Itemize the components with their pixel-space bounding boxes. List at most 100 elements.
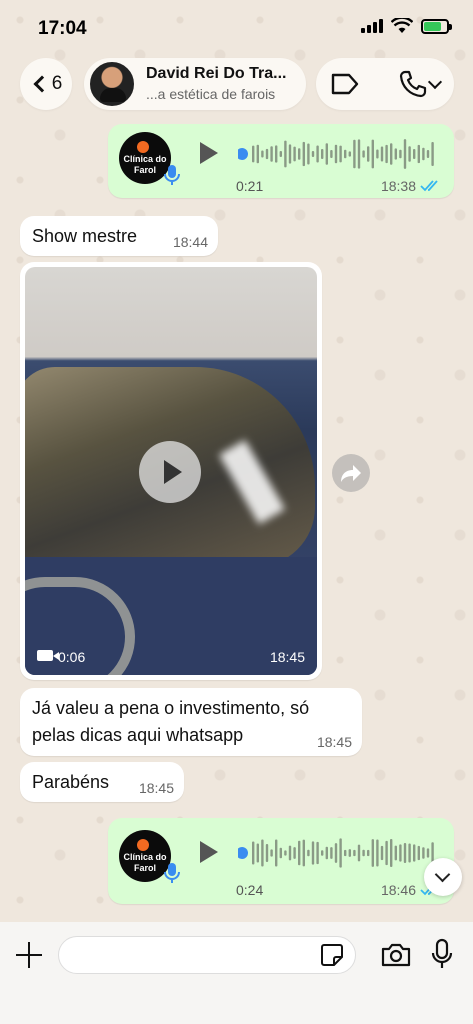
- waveform-bar: [390, 143, 393, 165]
- message-time: 18:45: [269, 649, 305, 665]
- message-time: 18:44: [172, 234, 208, 250]
- mic-icon: [164, 863, 180, 883]
- voice-duration: 0:21: [236, 178, 264, 194]
- waveform-bar: [362, 150, 365, 158]
- chat-header: 6 David Rei Do Tra... ...a estética de f…: [0, 58, 473, 114]
- waveform-bar: [399, 844, 402, 862]
- waveform-bar: [367, 849, 370, 857]
- waveform-bar: [293, 146, 296, 162]
- waveform-bar: [353, 139, 356, 169]
- voice-progress-handle[interactable]: [238, 847, 248, 859]
- phone-icon[interactable]: [398, 69, 428, 99]
- status-time: 17:04: [38, 18, 87, 39]
- waveform-bar: [288, 144, 292, 164]
- chevron-down-icon[interactable]: [427, 74, 443, 90]
- waveform-bar: [307, 849, 310, 857]
- cellular-signal-icon: [361, 19, 383, 33]
- waveform-bar: [288, 845, 292, 861]
- message-input[interactable]: [58, 936, 356, 974]
- waveform-bar: [307, 143, 310, 165]
- back-button[interactable]: 6: [20, 58, 72, 110]
- brand-dot: [137, 839, 149, 851]
- microphone-icon[interactable]: [430, 938, 454, 970]
- message-text: Parabéns: [32, 772, 110, 792]
- waveform-bar: [275, 839, 278, 867]
- voice-progress-handle[interactable]: [238, 148, 248, 160]
- waveform-bar: [371, 139, 374, 169]
- waveform-bar: [261, 839, 264, 867]
- message-text-line-2: pelas dicas aqui whatsapp: [32, 725, 244, 745]
- video-message[interactable]: 0:06 18:45: [20, 262, 322, 680]
- plus-icon[interactable]: [16, 942, 42, 968]
- voice-duration: 0:24: [236, 882, 264, 898]
- waveform-bar: [380, 845, 384, 861]
- contact-info-button[interactable]: David Rei Do Tra... ...a estética de far…: [84, 58, 306, 110]
- waveform-bar: [325, 143, 328, 165]
- waveform-bar: [394, 845, 397, 861]
- sticker-icon[interactable]: [320, 943, 344, 967]
- video-camera-icon: [37, 650, 59, 661]
- waveform-bar: [270, 849, 273, 857]
- waveform-bar: [348, 849, 351, 857]
- play-icon[interactable]: [200, 142, 218, 164]
- waveform-bar: [256, 144, 259, 164]
- waveform-bar: [422, 147, 425, 161]
- waveform-bar: [311, 151, 315, 157]
- contact-avatar[interactable]: [88, 60, 136, 108]
- incoming-message[interactable]: Parabéns 18:45: [20, 762, 184, 802]
- waveform-bar: [413, 148, 416, 160]
- voice-avatar-brand: Clínica do Farol: [123, 154, 167, 175]
- contact-status: ...a estética de farois: [146, 86, 276, 102]
- label-icon[interactable]: [330, 70, 360, 98]
- waveform-bar: [270, 146, 273, 162]
- message-text-line-1: Já valeu a pena o investimento, só: [32, 698, 310, 718]
- status-bar: 17:04: [0, 0, 473, 54]
- voice-message[interactable]: Clínica do Farol 0:24 18:46: [108, 818, 454, 904]
- waveform-bar: [321, 850, 324, 856]
- waveform-bar: [385, 840, 388, 866]
- video-play-icon[interactable]: [139, 441, 201, 503]
- waveform-bar: [417, 144, 420, 164]
- forward-icon: [341, 465, 361, 482]
- back-chevron-icon: [33, 75, 51, 93]
- waveform-bar: [348, 151, 351, 157]
- waveform-bar: [344, 849, 347, 857]
- message-time: 18:45: [138, 780, 174, 796]
- waveform-bar: [334, 144, 338, 164]
- voice-message[interactable]: Clínica do Farol 0:21 18:38: [108, 124, 454, 198]
- waveform-bar: [380, 146, 384, 162]
- incoming-message[interactable]: Show mestre 18:44: [20, 216, 218, 256]
- waveform-bar: [279, 847, 282, 859]
- waveform-bar: [367, 146, 370, 162]
- waveform-bar: [334, 843, 338, 863]
- waveform-bar: [316, 145, 319, 163]
- waveform-bar: [376, 839, 379, 867]
- camera-icon[interactable]: [380, 942, 412, 968]
- message-time: 18:46: [380, 882, 416, 898]
- incoming-message[interactable]: Já valeu a pena o investimento, só pelas…: [20, 688, 362, 756]
- scroll-down-button[interactable]: [424, 858, 462, 896]
- unread-count: 6: [51, 73, 63, 94]
- video-thumbnail[interactable]: 0:06 18:45: [25, 267, 317, 675]
- waveform-bar: [256, 843, 259, 863]
- composer-bar: [0, 922, 473, 1024]
- mic-icon: [164, 165, 180, 185]
- forward-button[interactable]: [332, 454, 370, 492]
- waveform-bar: [399, 149, 402, 159]
- waveform-bar: [403, 842, 407, 864]
- waveform-bar: [275, 145, 278, 163]
- waveform-bar: [325, 846, 328, 860]
- waveform-bar: [408, 843, 411, 863]
- voice-waveform[interactable]: [238, 136, 438, 172]
- waveform-bar: [431, 141, 434, 167]
- waveform-bar: [298, 148, 301, 160]
- message-text: Show mestre: [32, 226, 138, 246]
- waveform-bar: [376, 149, 379, 159]
- waveform-bar: [426, 848, 430, 858]
- waveform-bar: [298, 840, 301, 866]
- voice-waveform[interactable]: [238, 835, 438, 871]
- message-time: 18:38: [380, 178, 416, 194]
- waveform-bar: [422, 847, 425, 859]
- play-icon[interactable]: [200, 841, 218, 863]
- wifi-icon: [391, 18, 413, 33]
